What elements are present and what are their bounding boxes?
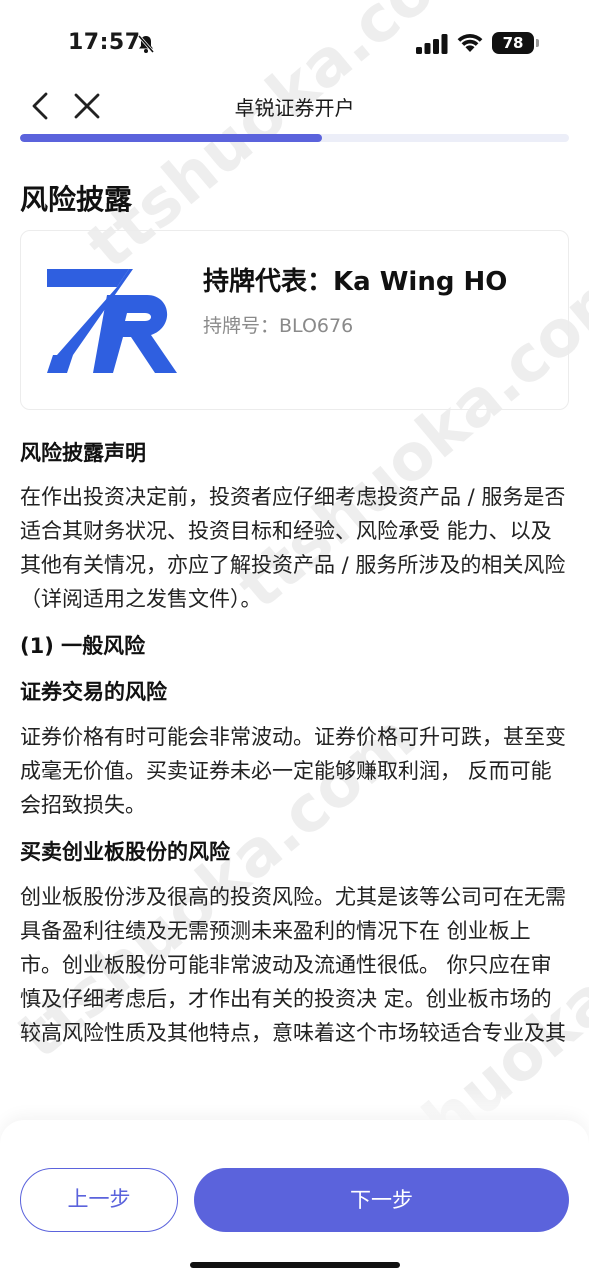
gem-risk-text: 创业板股份涉及很高的投资风险。尤其是该等公司可在无需具备盈利往绩及无需预测未来盈… — [20, 885, 566, 1045]
signal-icon — [416, 34, 448, 54]
home-indicator — [190, 1262, 400, 1268]
bell-muted-icon — [137, 35, 155, 53]
progress-fill — [20, 134, 322, 142]
disclosure-text: 在作出投资决定前，投资者应仔细考虑投资产品 / 服务是否适合其财务状况、投资目标… — [20, 485, 566, 611]
content-scroll[interactable]: 风险披露 持牌代表：Ka Wing HO 持牌号：BLO676 风险披露声明 在… — [0, 142, 589, 1120]
wifi-icon — [457, 33, 483, 52]
representative-card: 持牌代表：Ka Wing HO 持牌号：BLO676 — [20, 230, 569, 410]
zr-logo — [47, 269, 177, 373]
disclosure-heading: 风险披露声明 — [20, 441, 146, 465]
representative-name: 持牌代表：Ka Wing HO — [203, 267, 508, 297]
bottom-action-bar: 上一步 下一步 — [0, 1120, 589, 1280]
status-bar: 17:57 78 — [0, 0, 589, 80]
progress-bar — [20, 134, 569, 142]
scroll-fade — [0, 1088, 589, 1124]
battery-icon: 78 — [492, 32, 539, 54]
general-risk-heading: (1) 一般风险 — [20, 634, 146, 658]
status-time: 17:57 — [68, 30, 141, 55]
license-number: 持牌号：BLO676 — [203, 315, 354, 337]
page-title: 风险披露 — [20, 183, 133, 216]
nav-title: 卓锐证券开户 — [234, 96, 355, 120]
next-step-button[interactable]: 下一步 — [194, 1168, 569, 1232]
nav-bar: 卓锐证券开户 — [0, 80, 589, 132]
gem-risk-heading: 买卖创业板股份的风险 — [20, 840, 230, 864]
previous-step-button[interactable]: 上一步 — [20, 1168, 178, 1232]
securities-risk-text: 证券价格有时可能会非常波动。证券价格可升可跌，甚至变成毫无价值。买卖证券未必一定… — [20, 725, 566, 817]
securities-risk-heading: 证券交易的风险 — [20, 680, 167, 704]
